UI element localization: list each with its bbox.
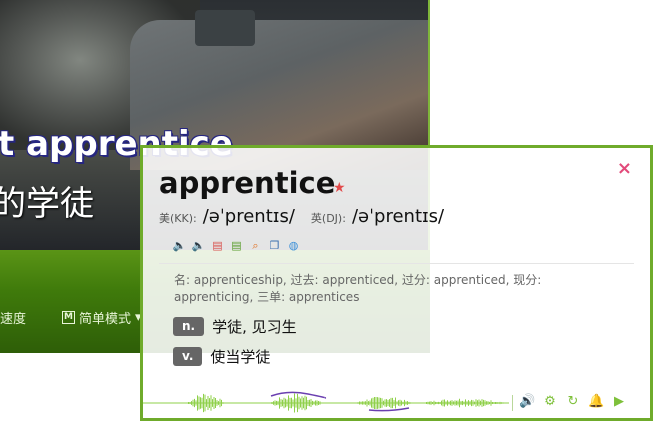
wordbook-add-icon[interactable]: ▤ xyxy=(211,239,224,252)
audio-strip: 🔊 ⚙ ↻ 🔔 ▶ xyxy=(143,388,650,418)
speed-button[interactable]: 速度 xyxy=(0,308,26,327)
copy-icon[interactable]: ❐ xyxy=(268,239,281,252)
play-icon[interactable]: ▶ xyxy=(611,394,627,410)
definition-row: n. 学徒, 见习生 xyxy=(173,316,297,337)
audio-divider xyxy=(512,395,513,411)
audio-controls: 🔊 ⚙ ↻ 🔔 ▶ xyxy=(519,394,627,410)
wordbook-list-icon[interactable]: ▤ xyxy=(230,239,243,252)
pos-badge: v. xyxy=(173,347,203,366)
close-button[interactable]: × xyxy=(617,160,632,178)
divider xyxy=(159,263,634,264)
mode-label: 简单模式 xyxy=(79,312,132,327)
phonetic-uk: /əˈprentɪs/ xyxy=(351,206,445,227)
bell-icon[interactable]: 🔔 xyxy=(588,394,604,410)
word-forms: 名: apprenticeship, 过去: apprenticed, 过分: … xyxy=(174,273,542,304)
toolbar: 🔈 🔈 ▤ ▤ ⌕ ❐ ◍ xyxy=(173,239,300,252)
audio-waveform[interactable] xyxy=(143,388,509,418)
settings-gear-icon[interactable]: ⚙ xyxy=(542,394,558,410)
phonetics-row: 美(KK): /əˈprentɪs/ 英(DJ): /əˈprentɪs/ xyxy=(159,206,460,227)
refresh-icon[interactable]: ↻ xyxy=(565,394,581,410)
phonetic-us-label: 美(KK): xyxy=(159,212,197,225)
definition-text: 使当学徒 xyxy=(210,348,271,366)
speaker-us-icon[interactable]: 🔈 xyxy=(173,239,187,252)
video-frame-device xyxy=(195,10,255,46)
headword: apprentice xyxy=(159,166,336,200)
phonetic-uk-label: 英(DJ): xyxy=(310,212,346,225)
favorite-star-icon[interactable]: ★ xyxy=(333,180,346,196)
mode-icon: M xyxy=(62,311,75,324)
pos-badge: n. xyxy=(173,317,205,336)
search-definition-icon[interactable]: ⌕ xyxy=(249,239,262,252)
dictionary-popup: × apprentice ★ 美(KK): /əˈprentɪs/ 英(DJ):… xyxy=(140,145,653,421)
definition-row: v. 使当学徒 xyxy=(173,346,270,367)
definition-text: 学徒, 见习生 xyxy=(212,318,297,336)
subtitle-chinese[interactable]: 的学徒 xyxy=(0,176,94,225)
volume-icon[interactable]: 🔊 xyxy=(519,394,535,410)
globe-icon[interactable]: ◍ xyxy=(287,239,300,252)
phonetic-us: /əˈprentɪs/ xyxy=(202,206,295,227)
speaker-uk-icon[interactable]: 🔈 xyxy=(192,239,206,252)
simple-mode-button[interactable]: M 简单模式 ▾ xyxy=(62,308,142,327)
